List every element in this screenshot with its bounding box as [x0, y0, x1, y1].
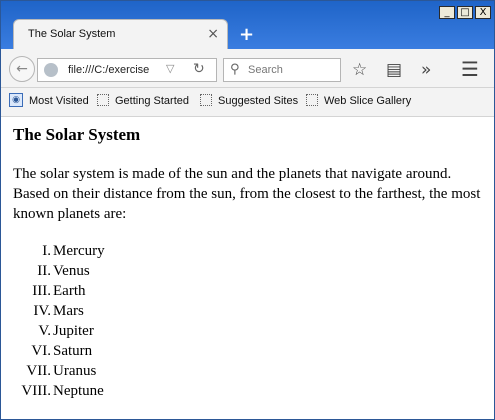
- back-arrow-icon[interactable]: ←: [9, 56, 35, 82]
- list-item: II. Venus: [13, 261, 105, 281]
- most-visited-icon: ◉: [9, 93, 23, 107]
- list-number: V.: [38, 323, 51, 339]
- list-number: VI.: [31, 343, 51, 359]
- browser-window: The Solar System × + _ □ X ← file:///C:/…: [0, 0, 495, 420]
- list-number: VIII.: [21, 383, 51, 399]
- page-title: The Solar System: [13, 125, 141, 144]
- new-tab-button[interactable]: +: [239, 24, 254, 45]
- list-item: V. Jupiter: [13, 321, 105, 341]
- planet-name: Venus: [53, 263, 90, 279]
- list-number: IV.: [33, 303, 51, 319]
- address-bar[interactable]: file:///C:/exercise ▽ ↻: [37, 58, 217, 82]
- planet-name: Saturn: [53, 343, 93, 359]
- reload-icon[interactable]: ↻: [193, 61, 205, 77]
- minimize-button[interactable]: _: [439, 6, 455, 19]
- chevron-down-icon[interactable]: ▽: [166, 62, 174, 75]
- search-icon: ⚲: [230, 62, 240, 77]
- planet-name: Mercury: [53, 243, 105, 259]
- bookmark-suggested-sites[interactable]: Suggested Sites: [218, 95, 298, 107]
- page-icon: [306, 94, 318, 106]
- planet-name: Neptune: [53, 383, 104, 399]
- reading-list-icon[interactable]: ▤: [386, 60, 402, 80]
- planet-name: Uranus: [53, 363, 97, 379]
- star-icon[interactable]: ☆: [352, 60, 367, 80]
- list-item: I. Mercury: [13, 241, 105, 261]
- maximize-button[interactable]: □: [457, 6, 473, 19]
- url-text[interactable]: file:///C:/exercise: [68, 64, 163, 76]
- list-number: III.: [32, 283, 51, 299]
- planet-name: Earth: [53, 283, 86, 299]
- bookmark-getting-started[interactable]: Getting Started: [115, 95, 189, 107]
- page-content: The Solar System The solar system is mad…: [1, 117, 494, 419]
- nav-toolbar: ← file:///C:/exercise ▽ ↻ ⚲ Search ☆ ▤ »…: [1, 49, 494, 88]
- list-number: VII.: [26, 363, 51, 379]
- browser-tab[interactable]: The Solar System ×: [13, 19, 228, 49]
- close-window-button[interactable]: X: [475, 6, 491, 19]
- search-input[interactable]: ⚲ Search: [223, 58, 341, 82]
- planet-list: I. Mercury II. Venus III. Earth IV. Mars V. J…: [13, 241, 105, 401]
- planet-name: Jupiter: [53, 323, 94, 339]
- title-bar: The Solar System × + _ □ X: [1, 1, 494, 49]
- globe-icon: [44, 63, 58, 77]
- list-item: III. Earth: [13, 281, 105, 301]
- planet-name: Mars: [53, 303, 84, 319]
- tab-title: The Solar System: [28, 28, 116, 40]
- list-item: IV. Mars: [13, 301, 105, 321]
- list-item: VII. Uranus: [13, 361, 105, 381]
- page-icon: [97, 94, 109, 106]
- list-item: VI. Saturn: [13, 341, 105, 361]
- page-icon: [200, 94, 212, 106]
- bookmarks-bar: ◉ Most Visited Getting Started Suggested…: [1, 88, 494, 117]
- close-tab-icon[interactable]: ×: [207, 26, 219, 42]
- chevron-double-right-icon[interactable]: »: [421, 60, 431, 80]
- bookmark-web-slice-gallery[interactable]: Web Slice Gallery: [324, 95, 411, 107]
- intro-paragraph: The solar system is made of the sun and …: [13, 166, 481, 222]
- hamburger-menu-icon[interactable]: ☰: [461, 57, 479, 81]
- bookmark-most-visited[interactable]: Most Visited: [29, 95, 89, 107]
- list-number: II.: [37, 263, 51, 279]
- list-number: I.: [42, 243, 51, 259]
- list-item: VIII. Neptune: [13, 381, 105, 401]
- search-placeholder: Search: [248, 64, 283, 76]
